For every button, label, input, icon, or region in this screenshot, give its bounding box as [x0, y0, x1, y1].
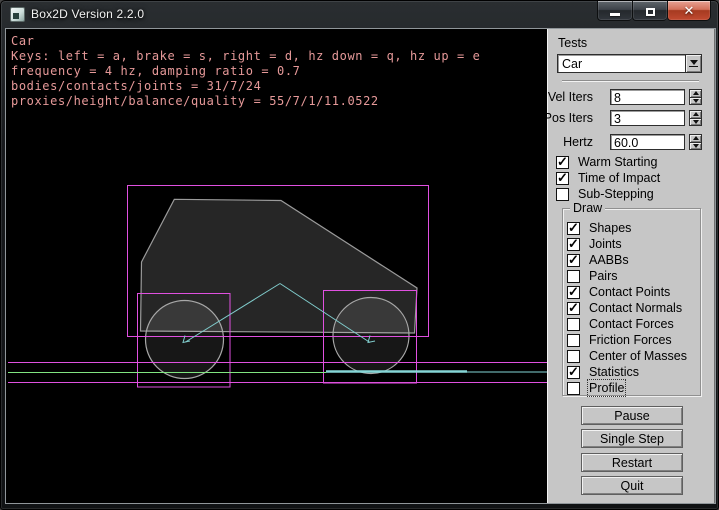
- minimize-button[interactable]: [597, 1, 632, 21]
- arrow-down-icon: [693, 120, 699, 124]
- tests-dropdown-value: Car: [558, 57, 685, 71]
- frequency-text: frequency = 4 hz, damping ratio = 0.7: [11, 64, 301, 79]
- keys-help-text: Keys: left = a, brake = s, right = d, hz…: [11, 49, 480, 64]
- tests-label: Tests: [558, 36, 587, 50]
- vel-iters-down-button[interactable]: [689, 98, 702, 106]
- checkbox-label: Profile: [589, 381, 624, 395]
- checkbox-box[interactable]: [567, 254, 580, 267]
- checkbox-label: Shapes: [589, 221, 631, 235]
- checkbox-label: Pairs: [589, 269, 617, 283]
- restart-button[interactable]: Restart: [581, 453, 683, 472]
- hertz-up-button[interactable]: [689, 134, 702, 143]
- hertz-label: Hertz: [563, 135, 593, 149]
- checkbox-label: Sub-Stepping: [578, 187, 654, 201]
- pos-iters-down-button[interactable]: [689, 119, 702, 127]
- test-title-text: Car: [11, 34, 34, 49]
- bodies-stats-text: bodies/contacts/joints = 31/7/24: [11, 79, 261, 94]
- checkbox-box[interactable]: [567, 286, 580, 299]
- checkbox-box[interactable]: [556, 172, 569, 185]
- checkbox-box[interactable]: [556, 188, 569, 201]
- draw-group-title: Draw: [570, 201, 605, 215]
- arrow-up-icon: [693, 112, 699, 116]
- pause-button[interactable]: Pause: [581, 406, 683, 425]
- app-window: Box2D Version 2.2.0 ✕ Car Keys: left = a…: [0, 0, 719, 510]
- vel-iters-spinner: [689, 89, 702, 105]
- arrow-up-icon: [693, 91, 699, 95]
- checkbox-label: Center of Masses: [589, 349, 687, 363]
- draw-groupbox: Draw Shapes Joints AABBs Pairs: [562, 208, 701, 396]
- checkbox-label: Statistics: [589, 365, 639, 379]
- checkbox-label: Joints: [589, 237, 622, 251]
- checkbox-box[interactable]: [556, 156, 569, 169]
- tests-dropdown[interactable]: Car: [557, 54, 702, 73]
- checkbox-box[interactable]: [567, 350, 580, 363]
- close-icon: ✕: [684, 4, 695, 19]
- app-icon: [10, 7, 25, 22]
- checkbox-label: Friction Forces: [589, 333, 672, 347]
- arrow-down-icon: [693, 144, 699, 148]
- vel-iters-row: Vel Iters 8: [548, 89, 702, 105]
- checkbox-label: AABBs: [589, 253, 629, 267]
- checkbox-label: Contact Forces: [589, 317, 674, 331]
- single-step-button[interactable]: Single Step: [581, 429, 683, 448]
- checkbox-label: Warm Starting: [578, 155, 657, 169]
- checkbox-box[interactable]: [567, 270, 580, 283]
- checkbox-box[interactable]: [567, 222, 580, 235]
- hertz-row: Hertz 60.0: [548, 134, 702, 150]
- proxies-stats-text: proxies/height/balance/quality = 55/7/1/…: [11, 94, 379, 109]
- vel-iters-up-button[interactable]: [689, 89, 702, 98]
- close-button[interactable]: ✕: [667, 1, 711, 21]
- vel-iters-label: Vel Iters: [548, 90, 593, 104]
- checkbox-box[interactable]: [567, 334, 580, 347]
- dropdown-arrow-button[interactable]: [685, 55, 701, 72]
- pos-iters-field[interactable]: 3: [610, 110, 685, 126]
- pos-iters-row: Pos Iters 3: [548, 110, 702, 126]
- checkbox-label: Contact Points: [589, 285, 670, 299]
- arrow-down-icon: [693, 99, 699, 103]
- checkbox-box[interactable]: [567, 382, 580, 395]
- pos-iters-up-button[interactable]: [689, 110, 702, 119]
- chevron-down-icon: [690, 60, 698, 65]
- maximize-icon: [646, 8, 655, 16]
- minimize-icon: [610, 13, 620, 16]
- checkbox-box[interactable]: [567, 238, 580, 251]
- checkbox-box[interactable]: [567, 302, 580, 315]
- checkbox-label: Time of Impact: [578, 171, 660, 185]
- quit-button[interactable]: Quit: [581, 476, 683, 495]
- client-area: Car Keys: left = a, brake = s, right = d…: [5, 28, 716, 504]
- title-bar[interactable]: Box2D Version 2.2.0 ✕: [1, 1, 718, 28]
- checkbox-box[interactable]: [567, 366, 580, 379]
- pos-iters-label: Pos Iters: [544, 111, 593, 125]
- window-title: Box2D Version 2.2.0: [31, 7, 144, 21]
- checkbox-box[interactable]: [567, 318, 580, 331]
- separator-line: [562, 80, 699, 82]
- simulation-canvas[interactable]: Car Keys: left = a, brake = s, right = d…: [6, 29, 547, 503]
- rear-wheel: [146, 301, 224, 379]
- pos-iters-spinner: [689, 110, 702, 126]
- checkbox-label: Contact Normals: [589, 301, 682, 315]
- hertz-down-button[interactable]: [689, 143, 702, 151]
- hertz-field[interactable]: 60.0: [610, 134, 685, 150]
- maximize-button[interactable]: [632, 1, 667, 21]
- chevron-underline: [689, 66, 698, 67]
- arrow-up-icon: [693, 136, 699, 140]
- hertz-spinner: [689, 134, 702, 150]
- caption-buttons: ✕: [597, 1, 711, 21]
- control-panel: Tests Car Vel Iters 8 Pos Iters 3: [547, 29, 715, 503]
- vel-iters-field[interactable]: 8: [610, 89, 685, 105]
